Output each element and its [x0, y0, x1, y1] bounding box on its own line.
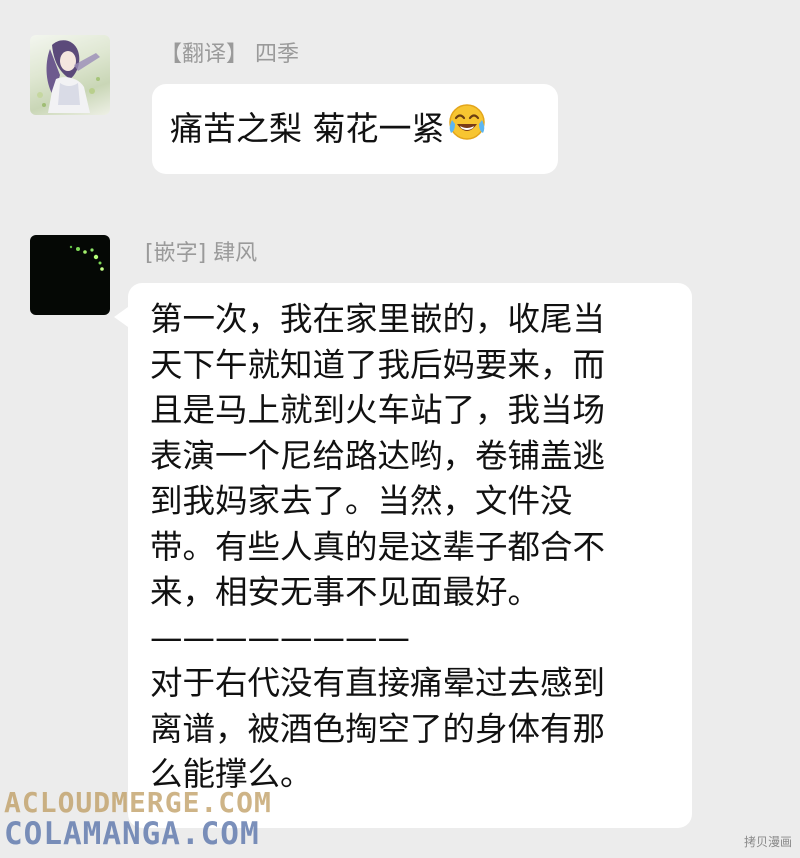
sender-avatar-sifeng[interactable]: [30, 235, 110, 315]
watermark-corner: 拷贝漫画: [743, 835, 792, 849]
message-line: 且是马上就到火车站了，我当场: [150, 391, 606, 429]
message-bubble[interactable]: 痛苦之梨 菊花一紧: [152, 84, 558, 174]
sender-name: [嵌字] 肆风: [145, 241, 258, 266]
anime-girl-avatar-icon: [37, 40, 100, 113]
message-line: 带。有些人真的是这辈子都合不: [150, 527, 606, 566]
message-line: 离谱，被酒色掏空了的身体有那: [150, 709, 606, 748]
dark-firefly-avatar-icon: [69, 245, 104, 271]
sender-name: 【翻译】 四季: [160, 42, 299, 67]
bubble-tail: [114, 307, 128, 327]
message-text: 痛苦之梨 菊花一紧: [170, 109, 445, 148]
message-line: 表演一个尼给路达哟，卷铺盖逃: [150, 436, 606, 475]
message-line: 到我妈家去了。当然，文件没: [150, 482, 573, 520]
message-line: 对于右代没有直接痛晕过去感到: [150, 664, 606, 702]
watermark-colamanga: COLAMANGA.COM: [4, 816, 260, 852]
sender-avatar-fourseasons[interactable]: [30, 35, 110, 115]
message-line: 第一次，我在家里嵌的，收尾当: [150, 300, 606, 338]
message-line: 来，相安无事不见面最好。: [150, 573, 541, 611]
message-bubble[interactable]: 第一次，我在家里嵌的，收尾当 天下午就知道了我后妈要来，而 且是马上就到火车站了…: [114, 283, 692, 828]
tears-of-joy-emoji-icon: [447, 86, 487, 176]
message-line: ————————: [150, 618, 410, 657]
watermark-acloudmerge: ACLOUDMERGE.COM: [4, 786, 272, 819]
message-line: 天下午就知道了我后妈要来，而: [150, 345, 606, 384]
